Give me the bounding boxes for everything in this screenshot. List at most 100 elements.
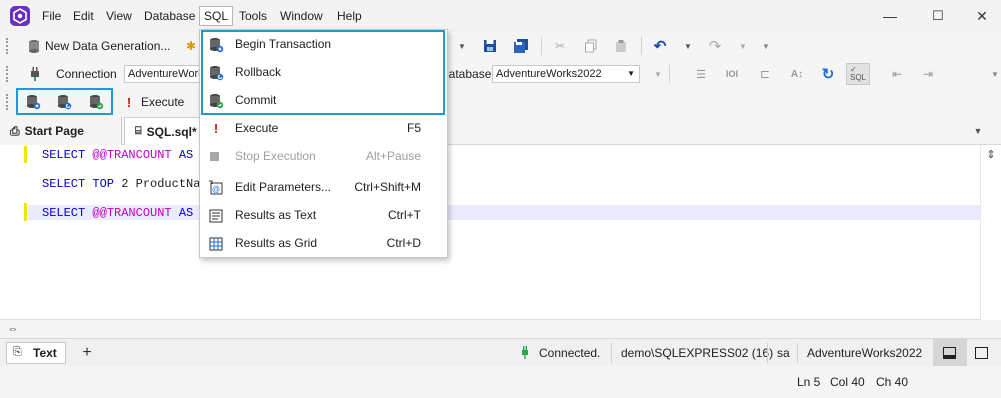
database-select[interactable]: AdventureWorks2022 ▼ <box>492 65 640 83</box>
menu-item-shortcut: Ctrl+Shift+M <box>354 180 421 194</box>
edit-parameters-icon: @ <box>209 180 223 195</box>
connection-plug-icon[interactable] <box>27 65 43 83</box>
user-name: sa <box>777 346 790 360</box>
title-bar: File Edit View Database SQL Tools Window… <box>0 0 1001 32</box>
menu-item-results-as-grid[interactable]: Results as Grid Ctrl+D <box>200 229 447 257</box>
refresh-icon[interactable]: ↻ <box>819 66 837 83</box>
commit-button[interactable] <box>87 93 105 111</box>
menu-sql[interactable]: SQL <box>199 6 234 26</box>
tab-start-page[interactable]: ⎙ Start Page <box>0 117 122 145</box>
maximize-button[interactable]: ☐ <box>928 6 948 26</box>
start-page-icon: ⎙ <box>10 123 20 138</box>
dropdown-arrow-icon[interactable]: ▼ <box>456 38 468 54</box>
menu-item-execute[interactable]: ! Execute F5 <box>200 114 447 142</box>
split-horizontal-icon[interactable]: ⇔ <box>6 322 20 336</box>
change-marker <box>24 203 27 221</box>
paste-icon[interactable] <box>613 38 629 54</box>
menu-view[interactable]: View <box>102 6 136 26</box>
data-generator-icon <box>26 38 42 54</box>
tab-sql-file-label: SQL.sql* <box>146 124 197 139</box>
toolbar-grip[interactable] <box>6 38 9 54</box>
code-line[interactable]: SELECT TOP 2 ProductNam <box>42 176 208 192</box>
toolbar-overflow-icon[interactable]: ▼ <box>760 38 772 54</box>
transaction-toolbar: ! Execute <box>0 88 1001 116</box>
undo-dropdown-icon[interactable]: ▼ <box>682 38 694 54</box>
sql-file-icon: ⌸ <box>135 125 142 137</box>
menu-item-label: Execute <box>235 121 279 135</box>
code-line[interactable]: SELECT @@TRANCOUNT AS T <box>42 147 208 163</box>
undo-icon[interactable]: ↶ <box>652 38 668 55</box>
database-name: AdventureWorks2022 <box>807 346 923 360</box>
format-icon[interactable]: ☰ <box>692 66 710 82</box>
save-icon[interactable] <box>482 38 498 54</box>
standard-toolbar: New Data Generation... ✱ ▼ ✂ ↶ ▼ ↷ ▼ ▼ <box>0 32 1001 60</box>
indent-icon[interactable]: ⊏ <box>756 66 774 82</box>
vertical-scrollbar[interactable]: ⇕ <box>980 145 1001 320</box>
position-bar: Ln 5 Col 40 Ch 40 <box>0 366 1001 398</box>
sql-mode-icon[interactable]: ✓ SQL <box>846 63 870 85</box>
redo-dropdown-icon[interactable]: ▼ <box>737 38 749 54</box>
case-icon[interactable]: A↕ <box>788 66 806 82</box>
rollback-button[interactable] <box>55 93 73 111</box>
menu-item-shortcut: Ctrl+D <box>386 236 421 250</box>
menu-item-shortcut: F5 <box>406 121 421 135</box>
add-output-tab-button[interactable]: + <box>79 344 95 361</box>
toolbar-separator <box>541 37 542 55</box>
menu-item-shortcut: Alt+Pause <box>365 149 421 163</box>
menu-database[interactable]: Database <box>140 6 199 26</box>
split-view-icon[interactable]: ⇕ <box>984 147 998 161</box>
menu-item-shortcut: Ctrl+T <box>388 208 421 222</box>
output-text-tab[interactable]: ⎘ Text <box>6 342 66 364</box>
connection-select[interactable]: AdventureWorks <box>124 65 200 83</box>
save-all-icon[interactable] <box>513 38 529 54</box>
database-icon[interactable]: IOI <box>723 66 741 82</box>
connection-status: Connected. <box>539 346 601 360</box>
line-number: Ln 5 <box>797 375 821 389</box>
toolbar-separator <box>669 65 670 83</box>
connected-plug-icon <box>519 345 531 361</box>
minimize-button[interactable]: — <box>880 6 900 26</box>
status-separator <box>797 343 798 363</box>
toolbar-overflow-icon[interactable]: ▼ <box>990 66 1000 82</box>
menu-item-stop-execution[interactable]: Stop Execution Alt+Pause <box>200 142 447 170</box>
new-item-icon[interactable]: ✱ <box>183 38 199 54</box>
svg-text:@: @ <box>212 185 220 194</box>
code-line[interactable]: SELECT @@TRANCOUNT AS T <box>42 205 208 221</box>
maximize-editor-button[interactable] <box>975 347 988 359</box>
menu-item-edit-parameters[interactable]: @ Edit Parameters... Ctrl+Shift+M <box>200 173 447 201</box>
character-number: Ch 40 <box>876 375 909 389</box>
menu-help[interactable]: Help <box>333 6 366 26</box>
sql-menu-dropdown: Begin Transaction Rollback Commit ! Exec… <box>199 29 448 258</box>
menu-item-results-as-text[interactable]: Results as Text Ctrl+T <box>200 201 447 229</box>
menu-item-label: Results as Grid <box>235 236 318 250</box>
change-marker <box>24 146 27 163</box>
menu-tools[interactable]: Tools <box>235 6 271 26</box>
menu-file[interactable]: File <box>38 6 65 26</box>
toggle-results-pane-button[interactable] <box>933 339 967 367</box>
toolbar-grip[interactable] <box>6 94 9 110</box>
panel-bottom-icon <box>943 347 956 359</box>
cut-icon[interactable]: ✂ <box>552 38 568 54</box>
outdent-icon[interactable]: ⇤ <box>888 66 906 82</box>
begin-transaction-button[interactable] <box>24 93 42 111</box>
tab-list-dropdown-icon[interactable]: ▼ <box>971 123 985 139</box>
execute-button[interactable]: Execute <box>141 94 184 110</box>
chevron-down-icon: ▼ <box>627 69 635 78</box>
status-separator <box>767 343 768 363</box>
app-logo-icon <box>10 6 30 26</box>
horizontal-scrollbar[interactable]: ⇔ <box>0 320 1001 338</box>
tab-start-page-label: Start Page <box>24 124 84 138</box>
toolbar-grip[interactable] <box>6 66 9 82</box>
tab-sql-file[interactable]: ⌸ SQL.sql* <box>124 117 204 145</box>
indent-more-icon[interactable]: ⇥ <box>919 66 937 82</box>
copy-icon[interactable] <box>583 38 599 54</box>
connection-toolbar: Connection AdventureWorks Database Adven… <box>0 60 1001 88</box>
execute-icon: ! <box>213 121 219 136</box>
redo-icon[interactable]: ↷ <box>707 38 723 55</box>
sql-editor[interactable] <box>0 145 1001 320</box>
close-window-button[interactable]: ✕ <box>972 6 992 26</box>
dropdown-arrow-icon[interactable]: ▼ <box>652 66 664 82</box>
menu-window[interactable]: Window <box>276 6 327 26</box>
new-data-generation-button[interactable]: New Data Generation... <box>45 38 170 54</box>
menu-edit[interactable]: Edit <box>69 6 98 26</box>
